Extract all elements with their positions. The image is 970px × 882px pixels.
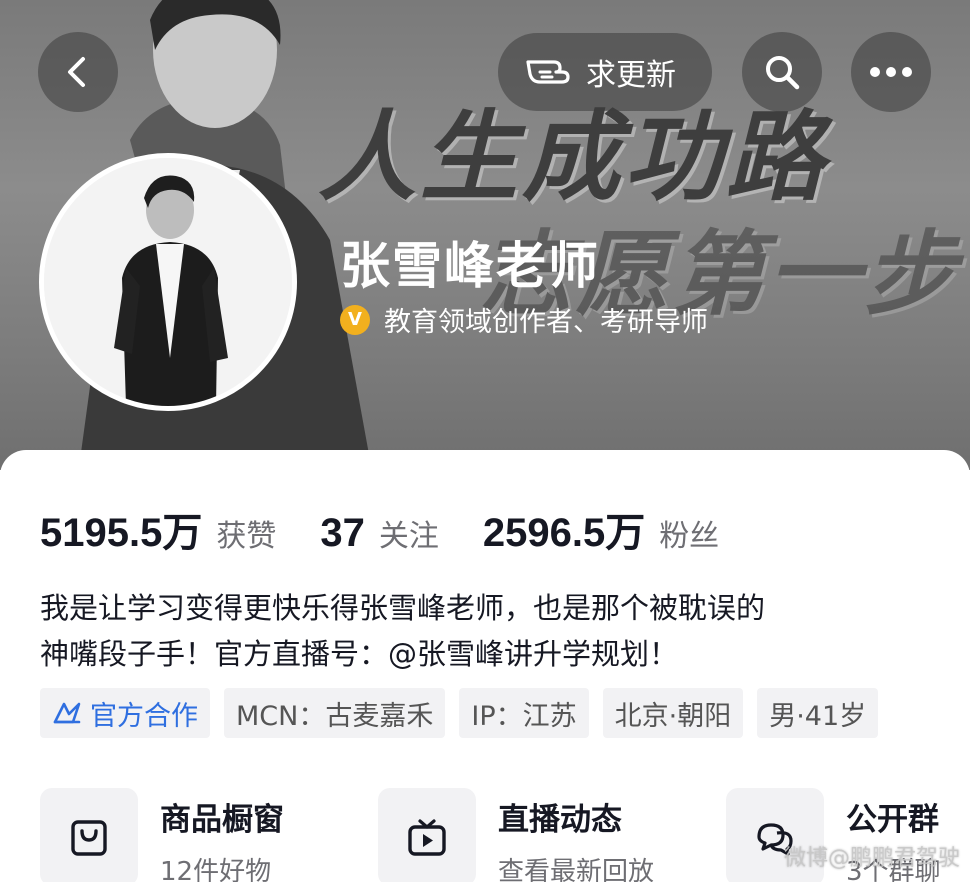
ip-location-tag: IP：江苏 <box>459 688 589 738</box>
verification-text: 教育领域创作者、考研导师 <box>384 307 708 338</box>
live-updates-entry[interactable]: 直播动态 查看最新回放 <box>378 788 654 882</box>
shop-window-entry[interactable]: 商品橱窗 12件好物 <box>40 788 284 882</box>
profile-name: 张雪峰老师 <box>340 237 600 295</box>
shop-window-icon-box <box>40 788 138 882</box>
followers-count[interactable]: 2596.5万 <box>483 500 645 558</box>
profile-info-card: 5195.5万 获赞 37 关注 2596.5万 粉丝 我是让学习变得更快乐得张… <box>0 450 970 882</box>
verified-badge-icon: V <box>340 304 370 335</box>
gender-age-tag: 男·41岁 <box>757 688 879 738</box>
stats-row: 5195.5万 获赞 37 关注 2596.5万 粉丝 <box>40 500 763 558</box>
more-dots-icon <box>870 67 912 77</box>
likes-count: 5195.5万 <box>40 511 203 555</box>
more-options-button[interactable] <box>851 32 931 112</box>
bio-line-2: 神嘴段子手！官方直播号：@张雪峰讲升学规划！ <box>40 637 679 671</box>
search-icon <box>766 56 800 90</box>
shop-window-title: 商品橱窗 <box>160 802 284 838</box>
verification-row: V 教育领域创作者、考研导师 <box>340 300 708 339</box>
request-update-label: 求更新 <box>586 58 676 93</box>
followers-label[interactable]: 粉丝 <box>659 511 719 555</box>
pointing-hand-icon <box>526 60 570 84</box>
back-arrow-icon <box>68 57 85 87</box>
shop-window-subtitle: 12件好物 <box>160 857 272 882</box>
official-cooperation-tag[interactable]: 官方合作 <box>40 688 210 738</box>
avatar[interactable] <box>39 153 297 411</box>
shopping-bag-icon <box>71 820 107 856</box>
profile-bio: 我是让学习变得更快乐得张雪峰老师，也是那个被耽误的 神嘴段子手！官方直播号：@张… <box>40 585 940 677</box>
bio-line-1: 我是让学习变得更快乐得张雪峰老师，也是那个被耽误的 <box>40 591 766 625</box>
weibo-watermark: 微博@鹏鹏君驾驶 <box>784 846 961 871</box>
city-tag: 北京·朝阳 <box>602 688 744 738</box>
back-button[interactable] <box>38 32 118 112</box>
avatar-image <box>44 158 292 406</box>
search-button[interactable] <box>742 32 822 112</box>
public-group-title: 公开群 <box>846 802 939 838</box>
likes-label: 获赞 <box>216 519 277 554</box>
live-updates-title: 直播动态 <box>498 802 622 838</box>
tv-icon <box>408 819 446 856</box>
following-count[interactable]: 37 <box>320 511 365 556</box>
official-cooperation-label: 官方合作 <box>90 700 198 732</box>
live-updates-icon-box <box>378 788 476 882</box>
live-updates-subtitle: 查看最新回放 <box>498 857 655 882</box>
profile-tags: 官方合作 MCN：古麦嘉禾 IP：江苏 北京·朝阳 男·41岁 <box>40 688 879 738</box>
mcn-tag[interactable]: MCN：古麦嘉禾 <box>224 688 446 738</box>
request-update-button[interactable]: 求更新 <box>498 33 712 111</box>
following-label[interactable]: 关注 <box>379 511 439 555</box>
official-cooperation-icon <box>53 702 81 724</box>
